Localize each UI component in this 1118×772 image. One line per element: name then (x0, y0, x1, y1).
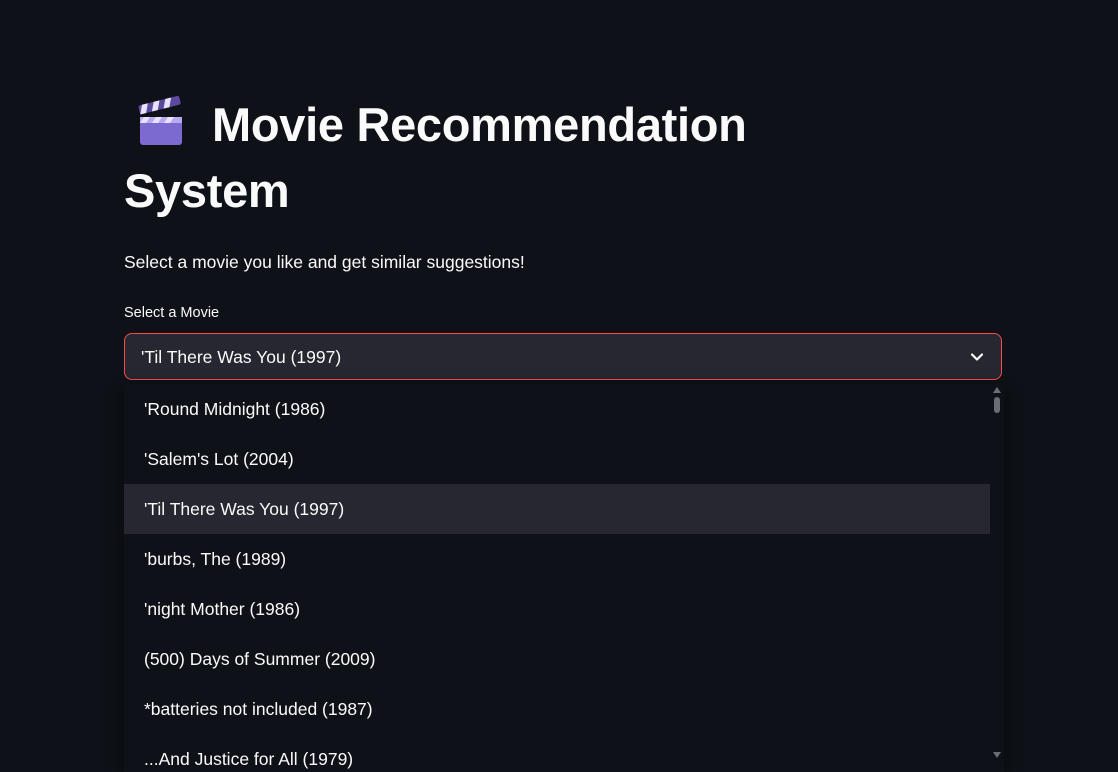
main-content: Movie Recommendation System Select a mov… (124, 0, 1004, 772)
movie-options-dropdown: 'Round Midnight (1986) 'Salem's Lot (200… (124, 384, 1004, 772)
movie-option[interactable]: (500) Days of Summer (2009) (124, 634, 990, 684)
scroll-up-arrow-icon[interactable] (993, 387, 1001, 393)
movie-option[interactable]: ...And Justice for All (1979) (124, 734, 990, 772)
movie-option[interactable]: 'burbs, The (1989) (124, 534, 990, 584)
movie-select[interactable]: 'Til There Was You (1997) (124, 333, 1002, 380)
scrollbar-thumb[interactable] (994, 397, 1000, 413)
clapper-board-icon (134, 95, 188, 149)
page-subtitle: Select a movie you like and get similar … (124, 252, 525, 272)
movie-option[interactable]: *batteries not included (1987) (124, 684, 990, 734)
page-title: Movie Recommendation System (124, 92, 844, 224)
page-title-text: Movie Recommendation System (124, 98, 747, 217)
scroll-down-arrow-icon[interactable] (993, 752, 1001, 758)
movie-option[interactable]: 'Round Midnight (1986) (124, 384, 990, 434)
chevron-down-icon[interactable] (969, 349, 985, 365)
movie-option-highlighted[interactable]: 'Til There Was You (1997) (124, 484, 990, 534)
movie-select-value: 'Til There Was You (1997) (141, 347, 342, 367)
movie-option[interactable]: 'night Mother (1986) (124, 584, 990, 634)
movie-select-label: Select a Movie (124, 305, 220, 321)
dropdown-scrollbar[interactable] (990, 384, 1004, 772)
movie-option[interactable]: 'Salem's Lot (2004) (124, 434, 990, 484)
